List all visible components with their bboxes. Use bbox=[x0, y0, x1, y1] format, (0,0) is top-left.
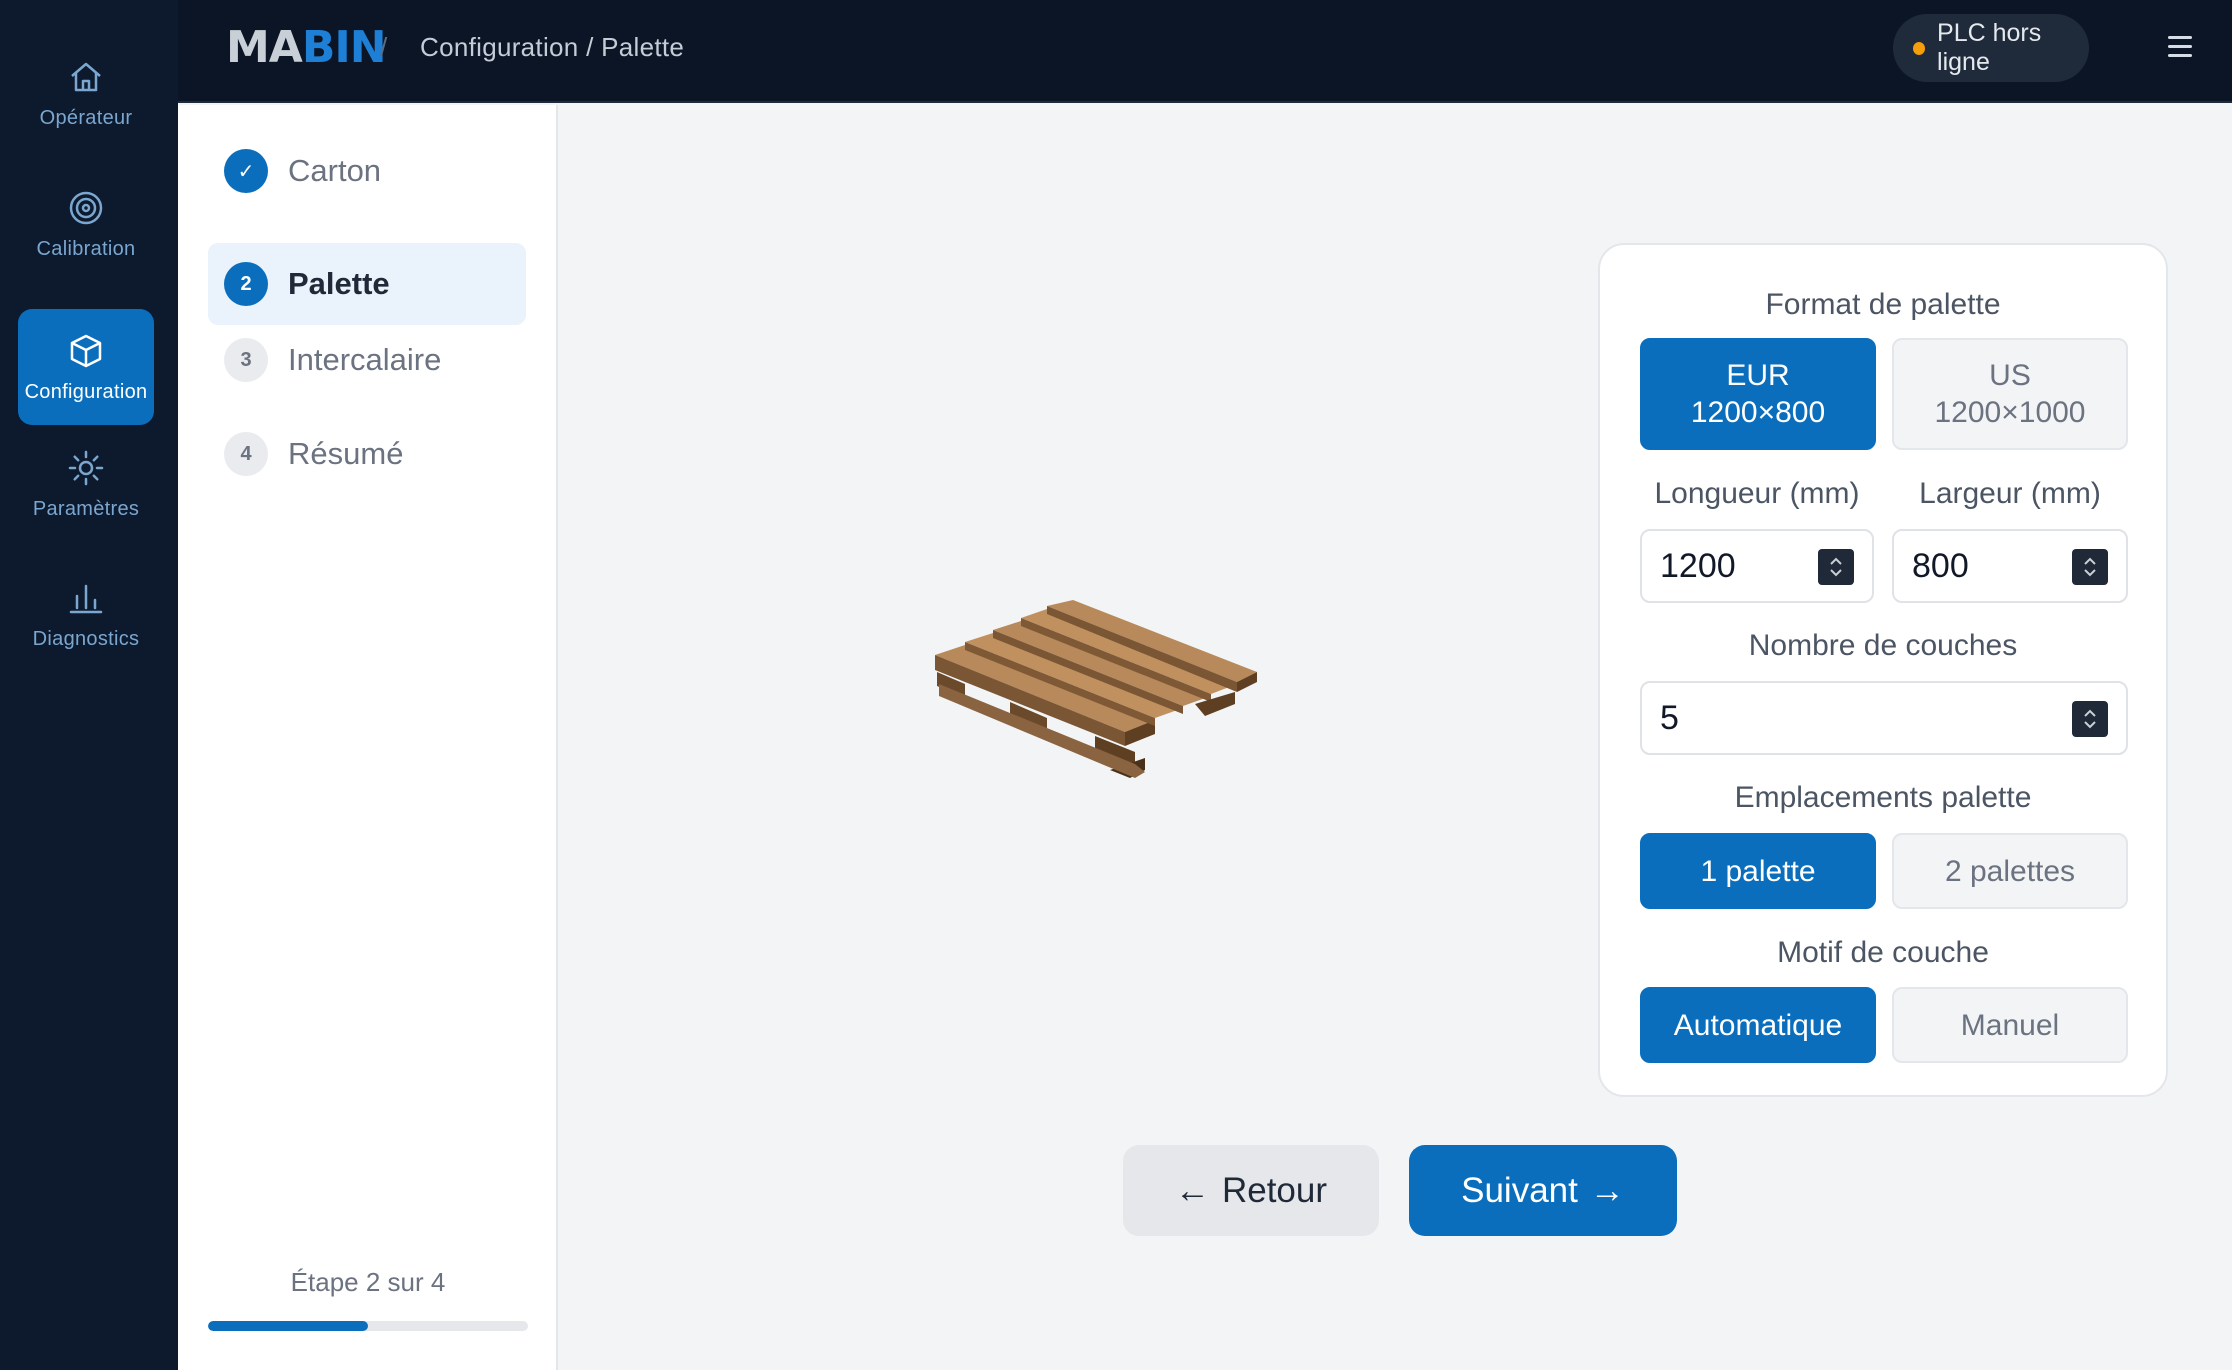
nav-label: Opérateur bbox=[39, 106, 133, 129]
logo-text: MABIN bbox=[226, 22, 387, 73]
step-check-icon: ✓ bbox=[224, 149, 268, 193]
layers-stepper-icon[interactable] bbox=[2072, 701, 2108, 737]
nav-item-parametres[interactable]: Paramètres bbox=[18, 427, 154, 541]
breadcrumb-separator: / bbox=[380, 32, 388, 62]
back-button[interactable]: ← Retour bbox=[1123, 1145, 1379, 1236]
format-dimensions: 1200×1000 bbox=[1934, 396, 2086, 429]
nav-label: Diagnostics bbox=[32, 627, 140, 650]
step-label: Intercalaire bbox=[288, 342, 442, 377]
top-bar: MABIN / Configuration / Palette PLC hors… bbox=[178, 0, 2232, 103]
step-carton[interactable]: ✓ Carton bbox=[208, 130, 526, 212]
format-code: EUR bbox=[1726, 359, 1790, 392]
nav-label: Paramètres bbox=[32, 497, 140, 520]
length-label: Longueur (mm) bbox=[1654, 477, 1860, 510]
width-value: 800 bbox=[1912, 546, 1969, 585]
bar-chart-icon bbox=[69, 584, 103, 613]
plc-status-badge[interactable]: PLC hors ligne bbox=[1893, 14, 2089, 82]
pallet-config-card: Format de palette EUR 1200×800 US 1200×1… bbox=[1598, 243, 2168, 1097]
box-icon bbox=[70, 334, 102, 367]
next-button[interactable]: Suivant → bbox=[1409, 1145, 1677, 1236]
logo[interactable]: MABIN bbox=[226, 22, 387, 73]
length-stepper-icon[interactable] bbox=[1818, 549, 1854, 585]
step-label: Carton bbox=[288, 153, 382, 188]
plc-status-text: PLC hors ligne bbox=[1937, 19, 2042, 76]
slots-1-button[interactable]: 1 palette bbox=[1640, 833, 1876, 909]
layers-title: Nombre de couches bbox=[1748, 629, 2018, 662]
slots-title: Emplacements palette bbox=[1734, 781, 2032, 814]
nav-item-configuration[interactable]: Configuration bbox=[18, 309, 154, 425]
wizard-steps-panel: ✓ Carton 2 Palette 3 Intercalaire 4 Résu… bbox=[178, 105, 558, 1370]
step-progress-fill bbox=[208, 1321, 368, 1331]
pallet-preview-image bbox=[935, 600, 1257, 778]
next-label: Suivant bbox=[1461, 1170, 1578, 1210]
step-label: Résumé bbox=[288, 436, 404, 471]
pattern-title: Motif de couche bbox=[1777, 936, 1989, 969]
width-label: Largeur (mm) bbox=[1919, 477, 2101, 510]
layers-value: 5 bbox=[1660, 698, 1679, 737]
format-eur-button[interactable]: EUR 1200×800 bbox=[1640, 338, 1876, 450]
length-value: 1200 bbox=[1660, 546, 1736, 585]
back-label: Retour bbox=[1221, 1170, 1328, 1210]
side-nav: Opérateur Calibration Configuration Para… bbox=[0, 0, 178, 1370]
step-progress-text: Étape 2 sur 4 bbox=[290, 1267, 446, 1297]
length-input[interactable]: 1200 bbox=[1640, 529, 1874, 603]
layers-input[interactable]: 5 bbox=[1640, 681, 2128, 755]
width-stepper-icon[interactable] bbox=[2072, 549, 2108, 585]
format-code: US bbox=[1989, 359, 2031, 392]
step-number: 4 bbox=[224, 432, 268, 476]
breadcrumb: Configuration / Palette bbox=[420, 32, 685, 62]
width-input[interactable]: 800 bbox=[1892, 529, 2128, 603]
step-palette[interactable]: 2 Palette bbox=[208, 243, 526, 325]
nav-label: Calibration bbox=[36, 237, 136, 260]
home-icon bbox=[71, 62, 101, 91]
nav-label: Configuration bbox=[24, 380, 148, 403]
format-title: Format de palette bbox=[1765, 288, 2001, 321]
format-dimensions: 1200×800 bbox=[1690, 396, 1826, 429]
format-us-button[interactable]: US 1200×1000 bbox=[1892, 338, 2128, 450]
arrow-left-icon: ← bbox=[1174, 1170, 1210, 1210]
step-intercalaire[interactable]: 3 Intercalaire bbox=[208, 319, 526, 401]
step-resume[interactable]: 4 Résumé bbox=[208, 413, 526, 495]
gear-icon bbox=[68, 450, 104, 485]
step-number: 3 bbox=[224, 338, 268, 382]
step-number: 2 bbox=[224, 262, 268, 306]
slots-2-button[interactable]: 2 palettes bbox=[1892, 833, 2128, 909]
pattern-manual-button[interactable]: Manuel bbox=[1892, 987, 2128, 1063]
status-dot-icon bbox=[1913, 41, 1926, 55]
nav-item-operateur[interactable]: Opérateur bbox=[18, 36, 154, 150]
hamburger-menu-icon[interactable] bbox=[2168, 36, 2198, 66]
step-progress-bar bbox=[208, 1321, 528, 1331]
step-label: Palette bbox=[288, 266, 390, 301]
pattern-auto-button[interactable]: Automatique bbox=[1640, 987, 1876, 1063]
nav-item-diagnostics[interactable]: Diagnostics bbox=[18, 557, 154, 671]
arrow-right-icon: → bbox=[1589, 1170, 1625, 1210]
nav-item-calibration[interactable]: Calibration bbox=[18, 167, 154, 281]
target-icon bbox=[69, 191, 103, 224]
